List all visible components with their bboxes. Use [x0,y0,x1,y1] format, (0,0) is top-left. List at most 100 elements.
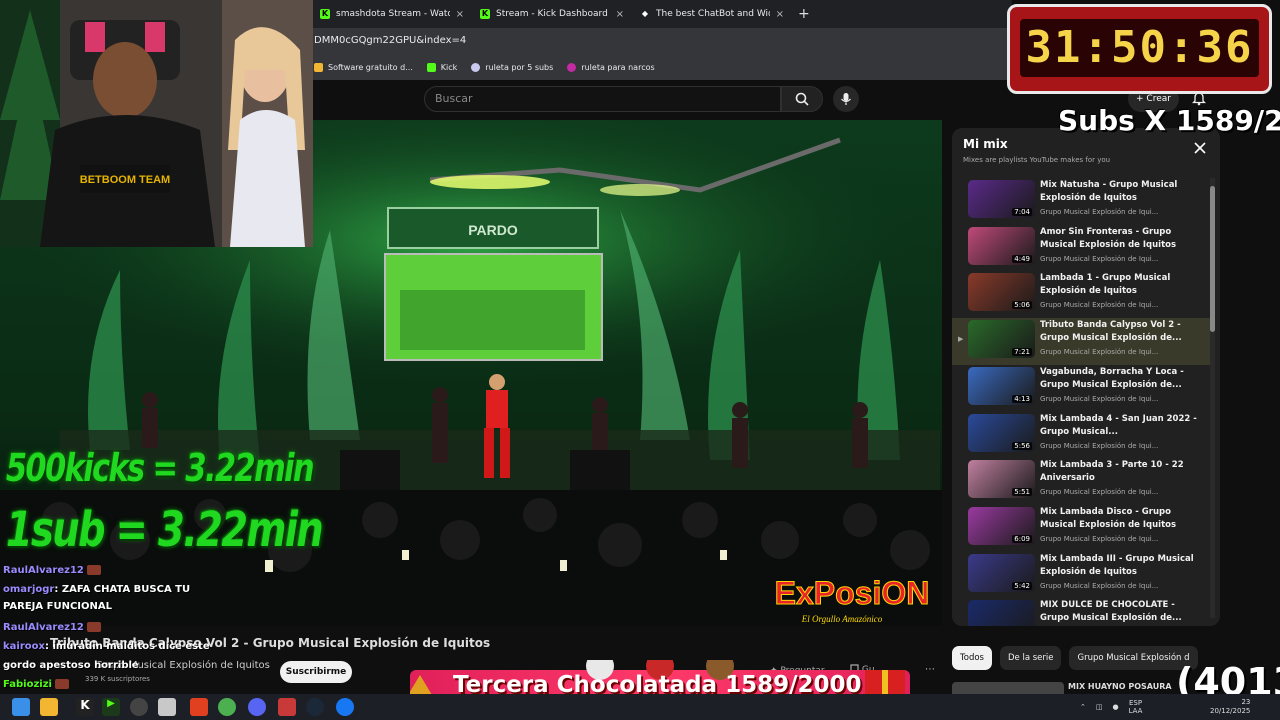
clock[interactable]: 23 20/12/2025 [1210,698,1250,716]
chat-username[interactable]: Fabiozizi [3,679,52,690]
video-thumbnail[interactable]: 4:49 [968,226,1035,265]
video-logo-text: ExPosiON [775,575,930,611]
emote-icon [86,565,101,575]
mix-item[interactable]: 6:09 Mix Lambada Disco - Grupo Musical Ex… [952,505,1210,552]
video-thumbnail[interactable]: 5:06 [968,273,1035,312]
mix-item[interactable]: ▶ 7:21 Tributo Banda Calypso Vol 2 - Grupo… [952,318,1210,366]
mix-item-title[interactable]: Vagabunda, Borracha Y Loca - Grupo Music… [1040,366,1204,392]
next-video-title[interactable]: MIX HUAYNO POSAURA [1068,682,1172,691]
video-duration: 5:56 [1012,441,1032,450]
video-duration: 6:09 [1012,534,1032,543]
mix-item-title[interactable]: Mix Lambada III - Grupo Musical Explosió… [1040,553,1204,579]
mix-item[interactable]: 5:42 Mix Lambada III - Grupo Musical Expl… [952,552,1210,599]
file-explorer-icon[interactable] [40,698,58,716]
chat-message: Fabiozizi [3,676,69,693]
video-duration: 5:42 [1012,581,1032,590]
video-thumbnail[interactable]: 5:51 [968,460,1035,499]
browser-tab[interactable]: K Stream - Kick Dashboard × [472,0,632,28]
filter-chip[interactable]: Todos [952,646,992,670]
mix-item-title[interactable]: Mix Lambada 4 - San Juan 2022 - Grupo Mu… [1040,413,1204,439]
tab-label: Stream - Kick Dashboard [496,9,608,19]
more-options-icon[interactable]: ⋯ [925,664,935,675]
chat-message: omarjogr: ZAFA CHATA BUSCA TU [3,581,190,598]
chat-message: RaulAlvarez12 [3,562,101,579]
chevron-up-icon[interactable]: ⌃ [1080,703,1086,711]
video-thumbnail[interactable]: 6:09 [968,506,1035,545]
mix-item[interactable]: MIX DULCE DE CHOCOLATE - Grupo Musical E… [952,598,1210,626]
subscribe-button[interactable]: Suscribirme [280,661,352,683]
mix-item[interactable]: 5:06 Lambada 1 - Grupo Musical Explosión … [952,271,1210,318]
mix-item[interactable]: 7:04 Mix Natusha - Grupo Musical Explosió… [952,178,1210,225]
voice-search-button[interactable] [833,86,859,112]
tab-close-icon[interactable]: × [456,9,464,20]
mix-item-channel: Grupo Musical Explosión de Iqui... [1040,441,1159,450]
windows-start-icon[interactable] [12,698,30,716]
bookmark-item[interactable]: ruleta para narcos [567,62,655,72]
bookmark-item[interactable]: Software gratuito d... [314,62,413,72]
close-icon[interactable] [1192,140,1208,156]
video-thumbnail[interactable]: 7:21 [968,320,1035,359]
chat-username[interactable]: kairoox [3,641,45,652]
mix-item-title[interactable]: MIX DULCE DE CHOCOLATE - Grupo Musical E… [1040,599,1204,625]
mix-item[interactable]: 4:49 Amor Sin Fronteras - Grupo Musical E… [952,225,1210,272]
search-input[interactable]: Buscar [424,86,781,112]
clock-date: 20/12/2025 [1210,707,1251,715]
folder-icon [314,62,323,72]
kick-icon: K [320,9,330,19]
mix-item-channel: Grupo Musical Explosión de Iqui... [1040,394,1159,403]
discord-icon[interactable] [248,698,266,716]
chat-username[interactable]: omarjogr [3,584,54,595]
next-video-thumbnail[interactable] [952,682,1064,694]
language-indicator[interactable]: ESP LAA [1129,699,1143,715]
filter-chip[interactable]: De la serie [999,646,1062,670]
video-thumbnail[interactable]: 7:04 [968,180,1035,218]
windows-taskbar: K ▶ ⌃ ◫ ● ESP LAA 23 20/12/2025 [0,694,1280,720]
mix-item-channel: Grupo Musical Explosión de Iqui... [1040,581,1159,590]
chrome-icon[interactable] [218,698,236,716]
tab-close-icon[interactable]: × [616,9,624,20]
chat-username[interactable]: RaulAlvarez12 [3,622,84,633]
mix-item-title[interactable]: Mix Natusha - Grupo Musical Explosión de… [1040,179,1204,205]
bookmark-item[interactable]: ruleta por 5 subs [471,62,553,72]
mix-item[interactable]: 5:51 Mix Lambada 3 - Parte 10 - 22 Aniver… [952,458,1210,505]
brave-icon[interactable] [190,698,208,716]
mix-item-title[interactable]: Mix Lambada 3 - Parte 10 - 22 Aniversari… [1040,459,1204,485]
browser-tab[interactable]: ◆ The best ChatBot and Widgets × [632,0,792,28]
kick-icon: K [480,9,490,19]
media-player-icon[interactable]: ▶ [102,698,120,716]
steam-icon[interactable] [306,698,324,716]
kick-app-icon[interactable]: K [76,698,94,716]
microphone-icon[interactable]: ● [1113,703,1119,711]
scrollbar-thumb[interactable] [1210,186,1215,332]
sub-rate-text: 1sub = 3.22min [6,502,324,558]
obs-icon[interactable] [130,698,148,716]
video-thumbnail[interactable]: 5:42 [968,553,1035,592]
valorant-icon[interactable] [278,698,296,716]
mix-item[interactable]: 4:13 Vagabunda, Borracha Y Loca - Grupo M… [952,365,1210,412]
bookmarks-bar: Software gratuito d... Kick ruleta por 5… [312,54,1012,80]
bookmark-item[interactable]: Kick [426,62,457,72]
app-icon[interactable] [336,698,354,716]
mix-item-title[interactable]: Mix Lambada Disco - Grupo Musical Explos… [1040,506,1204,532]
chat-username[interactable]: RaulAlvarez12 [3,565,84,576]
app-icon[interactable] [158,698,176,716]
botrix-icon: ◆ [641,9,649,18]
browser-tab[interactable]: K smashdota Stream - Watch Live × [312,0,472,28]
search-button[interactable] [781,86,823,112]
mix-item[interactable]: 5:56 Mix Lambada 4 - San Juan 2022 - Grup… [952,412,1210,459]
bookmark-label: ruleta para narcos [581,62,655,72]
new-tab-icon[interactable]: + [798,6,810,22]
language-code: ESP [1128,699,1143,707]
video-thumbnail[interactable]: 5:56 [968,413,1035,452]
timer-text: 31:50:36 [1025,22,1254,73]
mix-item-channel: Grupo Musical Explosión de Iqui... [1040,348,1159,357]
network-icon[interactable]: ◫ [1096,703,1103,711]
address-bar[interactable]: DMM0cGQgm22GPU&index=4 [312,28,1012,54]
tab-close-icon[interactable]: × [776,9,784,20]
video-thumbnail[interactable]: 4:13 [968,366,1035,405]
mix-item-title[interactable]: Lambada 1 - Grupo Musical Explosión de I… [1040,272,1204,298]
mix-item-title[interactable]: Amor Sin Fronteras - Grupo Musical Explo… [1040,226,1204,252]
video-thumbnail[interactable] [968,600,1035,626]
mix-item-title[interactable]: Tributo Banda Calypso Vol 2 - Grupo Musi… [1040,319,1204,345]
emote-icon [54,679,69,689]
